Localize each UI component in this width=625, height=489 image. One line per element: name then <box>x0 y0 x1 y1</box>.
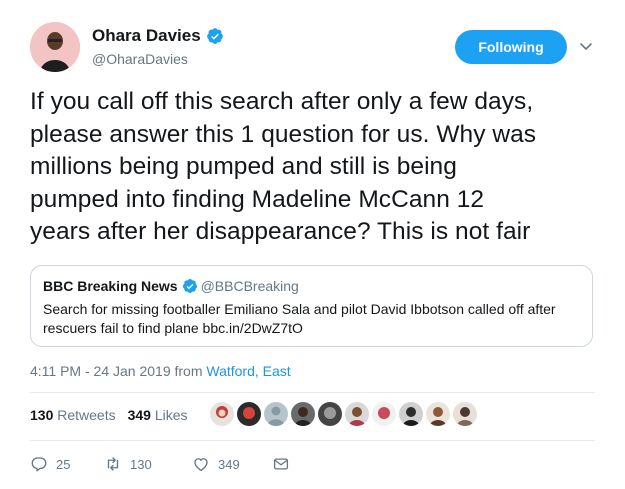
likes-stat-label: Likes <box>154 407 188 423</box>
heart-icon[interactable] <box>192 455 210 473</box>
likes-stat[interactable]: 349 Likes <box>128 406 188 424</box>
quoted-text-line: Search for missing footballer Emiliano S… <box>43 301 556 317</box>
quoted-tweet-text: Search for missing footballer Emiliano S… <box>43 300 583 338</box>
liker-avatar[interactable] <box>264 402 288 426</box>
reply-icon[interactable] <box>30 455 48 473</box>
tweet-timestamp: 4:11 PM - 24 Jan 2019 from Watford, East <box>30 362 291 380</box>
author-handle[interactable]: @OharaDavies <box>92 50 224 68</box>
retweets-stat-count: 130 <box>30 407 54 423</box>
tweet-actions: 25 130 349 <box>30 455 290 473</box>
liker-avatar[interactable] <box>291 402 315 426</box>
verified-badge-icon <box>206 28 223 44</box>
direct-message-icon[interactable] <box>272 455 290 473</box>
liker-avatar[interactable] <box>426 402 450 426</box>
author-name-text[interactable]: Ohara Davies <box>92 26 201 46</box>
retweets-stat[interactable]: 130 Retweets <box>30 406 116 424</box>
reply-action[interactable]: 25 <box>30 455 104 473</box>
liker-avatar[interactable] <box>453 402 477 426</box>
liker-avatar[interactable] <box>210 402 234 426</box>
engagement-stats: 130 Retweets 349 Likes <box>30 406 188 424</box>
quoted-author-name: BBC Breaking News <box>43 278 178 294</box>
like-action[interactable]: 349 <box>192 455 272 473</box>
quoted-tweet[interactable]: BBC Breaking News @BBCBreaking Search fo… <box>30 265 593 347</box>
liker-avatar[interactable] <box>345 402 369 426</box>
direct-message-action[interactable] <box>272 455 290 473</box>
retweet-count: 130 <box>130 456 152 472</box>
author-name[interactable]: Ohara Davies <box>92 26 224 46</box>
retweet-action[interactable]: 130 <box>104 455 192 473</box>
liker-avatar[interactable] <box>318 402 342 426</box>
tweet-header: Ohara Davies @OharaDavies Following <box>30 22 600 74</box>
tweet-text: If you call off this search after only a… <box>30 86 600 249</box>
verified-badge-icon <box>182 279 197 293</box>
liker-avatar[interactable] <box>372 402 396 426</box>
tweet-text-line: If you call off this search after only a… <box>30 88 534 115</box>
quoted-text-line: rescuers fail to find plane bbc.in/2DwZ7… <box>43 320 303 336</box>
liker-avatar[interactable] <box>237 402 261 426</box>
like-count: 349 <box>218 456 240 472</box>
chevron-down-icon[interactable] <box>578 38 594 54</box>
tweet-location-link[interactable]: Watford, East <box>206 363 290 379</box>
divider <box>30 392 595 393</box>
tweet-text-line: years after her disappearance? This is n… <box>30 218 531 245</box>
author-avatar[interactable] <box>30 22 80 72</box>
quoted-author-handle: @BBCBreaking <box>200 278 299 294</box>
tweet-text-line: please answer this 1 question for us. Wh… <box>30 120 537 148</box>
reply-count: 25 <box>56 456 71 472</box>
following-button[interactable]: Following <box>455 30 567 64</box>
liker-avatars <box>210 402 477 426</box>
retweet-icon[interactable] <box>104 455 122 473</box>
divider <box>30 440 595 441</box>
tweet-text-line: millions being pumped and still is being <box>30 153 457 180</box>
tweet-text-line: pumped into finding Madeline McCann 12 <box>30 185 485 213</box>
retweets-stat-label: Retweets <box>57 407 116 423</box>
tweet-time[interactable]: 4:11 PM - 24 Jan 2019 from <box>30 363 206 379</box>
liker-avatar[interactable] <box>399 402 423 426</box>
likes-stat-count: 349 <box>127 407 151 423</box>
